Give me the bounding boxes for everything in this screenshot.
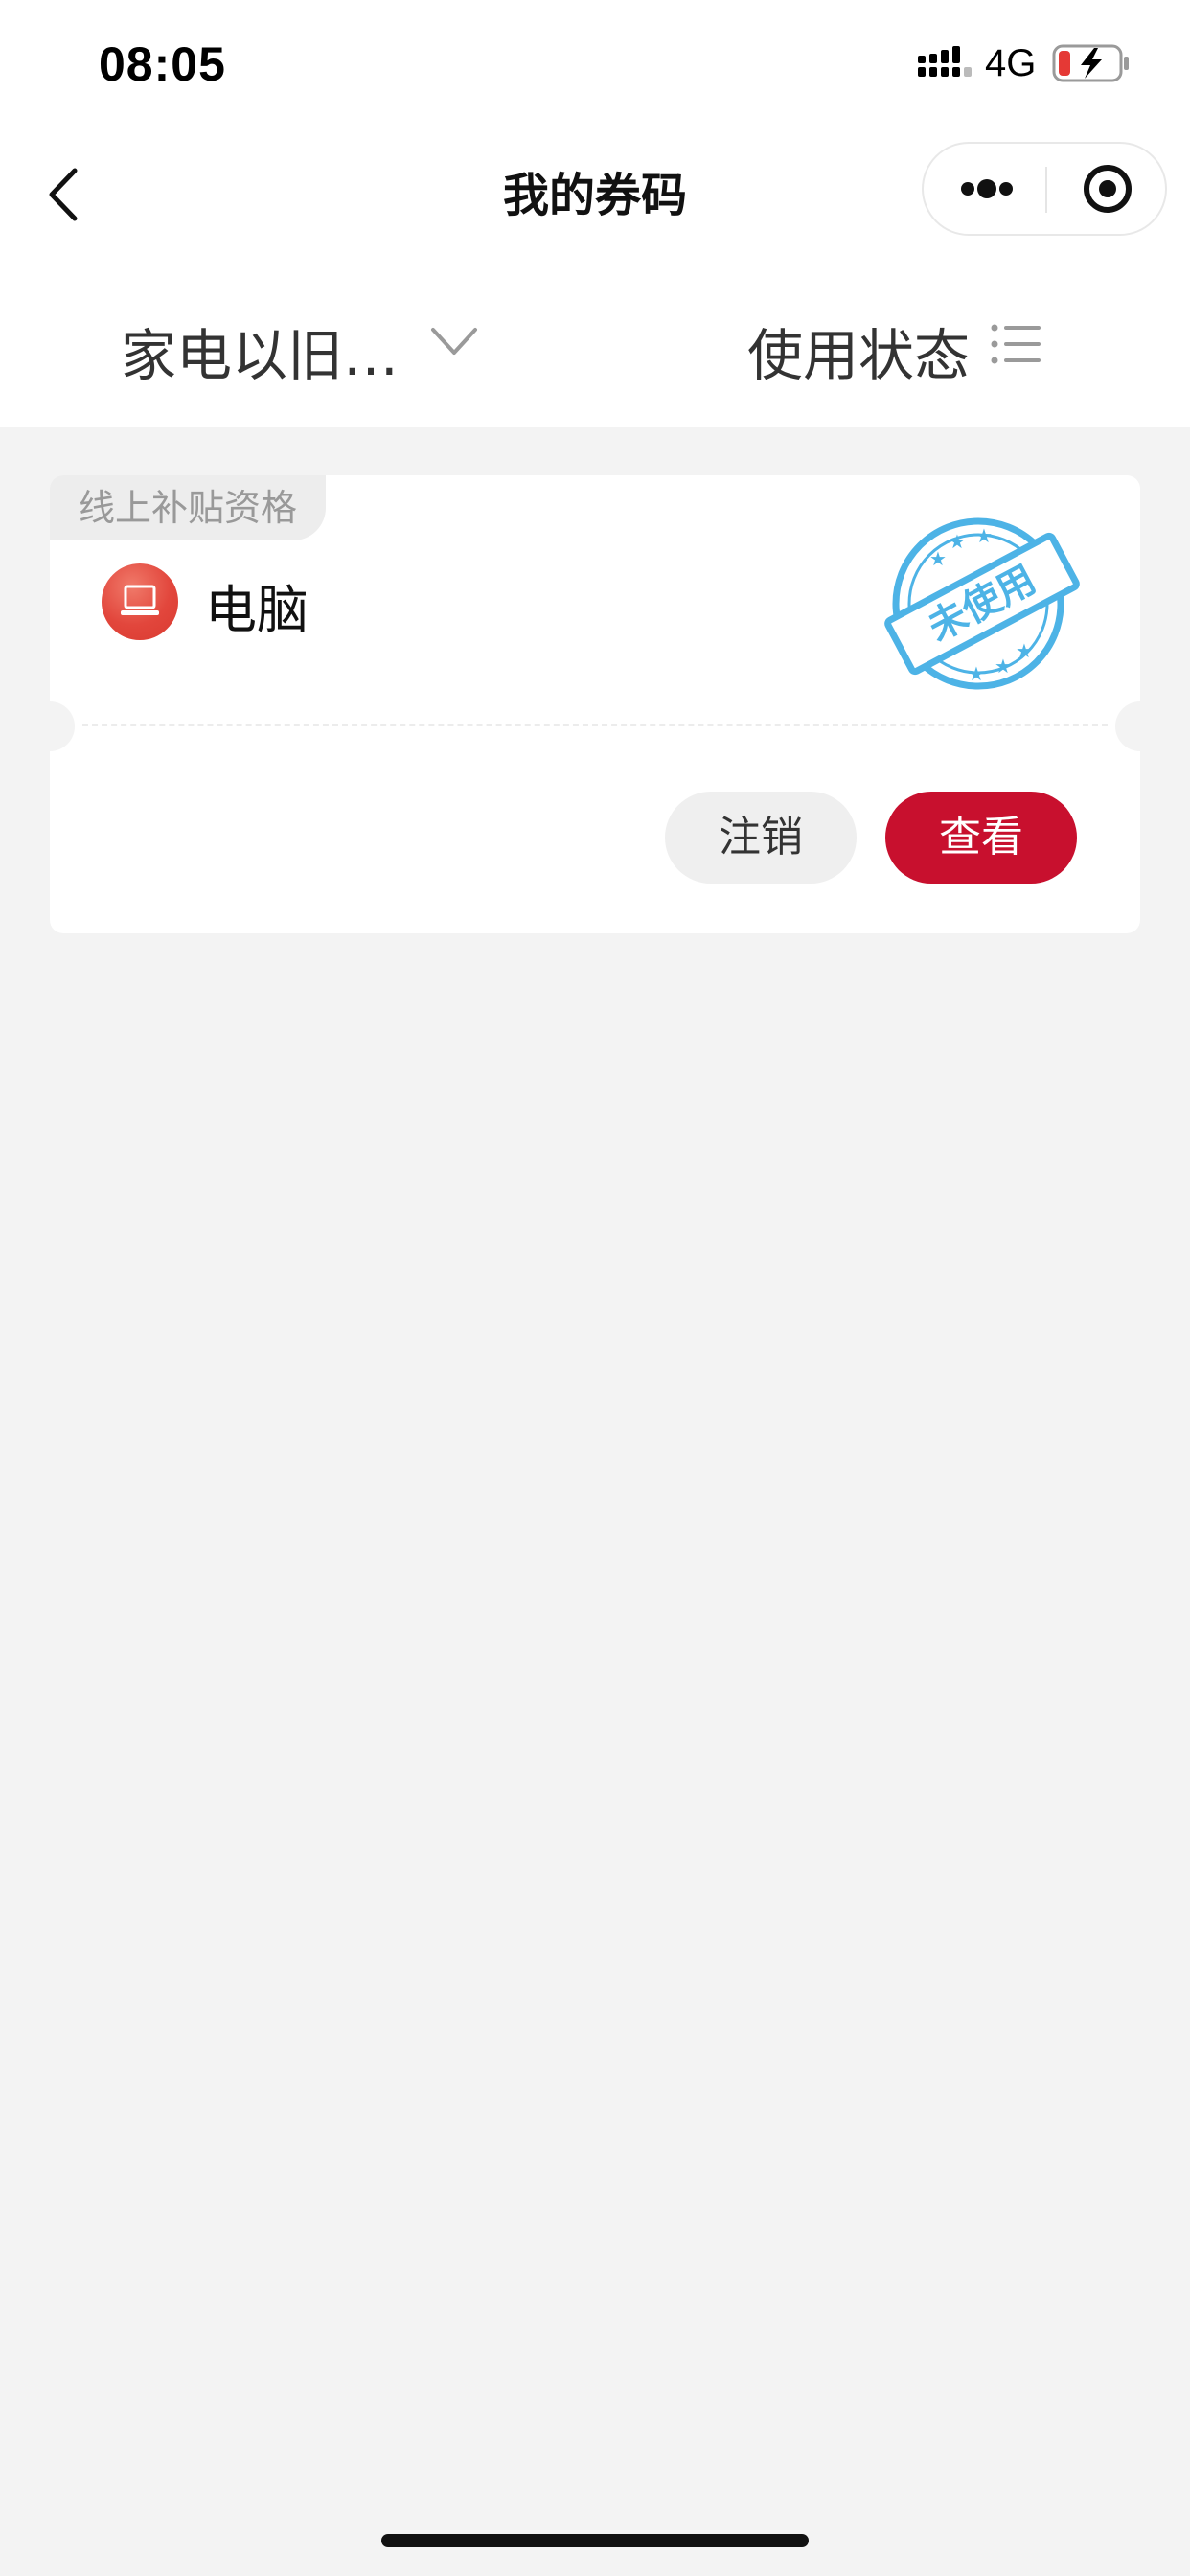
network-type: 4G [985, 42, 1037, 84]
more-dots-icon[interactable] [924, 144, 1044, 234]
svg-text:★: ★ [968, 662, 985, 685]
navigation-bar: 我的券码 [0, 128, 1190, 253]
laptop-icon [102, 564, 178, 640]
svg-text:★: ★ [1016, 639, 1033, 662]
card-notch-right [1115, 702, 1165, 751]
cancel-button[interactable]: 注销 [665, 792, 857, 884]
svg-text:★: ★ [929, 547, 947, 570]
chevron-down-icon [431, 328, 477, 355]
view-button[interactable]: 查看 [885, 792, 1077, 884]
home-indicator [381, 2534, 809, 2547]
coupon-card: 线上补贴资格 电脑 ★ ★ ★ ★ ★ ★ 未使用 注销 查看 [25, 475, 1165, 933]
status-time: 08:05 [99, 37, 226, 91]
capsule-divider [1045, 167, 1047, 213]
svg-text:★: ★ [995, 655, 1012, 678]
unused-status-stamp: ★ ★ ★ ★ ★ ★ 未使用 [884, 518, 1080, 690]
svg-text:★: ★ [975, 524, 993, 547]
signal-bars-icon [918, 46, 972, 77]
back-icon[interactable] [38, 163, 90, 226]
filter-bar: 家电以旧… 使用状态 [0, 253, 1190, 427]
category-filter-label: 家电以旧… [121, 323, 400, 388]
battery-charging-icon [1052, 44, 1129, 82]
list-icon [991, 324, 1041, 364]
svg-text:★: ★ [949, 530, 966, 553]
product-name: 电脑 [205, 580, 309, 640]
status-bar: 08:05 4G [0, 0, 1190, 128]
card-notch-left [25, 702, 75, 751]
mini-program-capsule [922, 142, 1167, 236]
target-circle-icon[interactable] [1048, 144, 1165, 234]
status-filter-label: 使用状态 [747, 323, 971, 388]
dashed-divider [82, 724, 1108, 726]
coupon-tag: 线上补贴资格 [50, 475, 326, 540]
